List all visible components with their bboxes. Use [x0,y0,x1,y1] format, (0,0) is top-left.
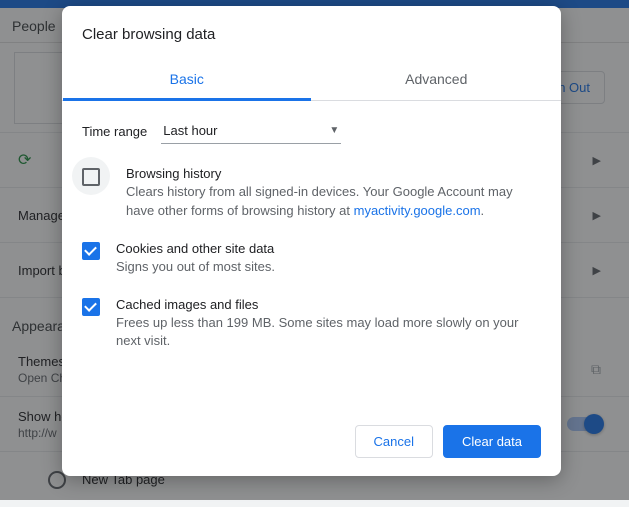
option-title: Cached images and files [116,297,541,312]
option-desc: Frees up less than 199 MB. Some sites ma… [116,314,541,352]
time-range-row: Time range Last hour ▼ [82,119,541,144]
clear-browsing-data-dialog: Clear browsing data Basic Advanced Time … [62,6,561,476]
option-cache: Cached images and files Frees up less th… [82,297,541,352]
tab-advanced[interactable]: Advanced [312,59,562,100]
option-browsing-history: Browsing history Clears history from all… [82,166,541,221]
time-range-label: Time range [82,124,147,139]
dialog-footer: Cancel Clear data [62,411,561,476]
option-title: Cookies and other site data [116,241,275,256]
checkbox-cache[interactable] [82,298,100,316]
myactivity-link[interactable]: myactivity.google.com [354,203,481,218]
dialog-tabs: Basic Advanced [62,59,561,101]
tab-basic[interactable]: Basic [62,59,312,100]
option-desc: Clears history from all signed-in device… [126,183,541,221]
option-title: Browsing history [126,166,541,181]
cancel-button[interactable]: Cancel [355,425,433,458]
time-range-value: Last hour [163,123,217,138]
clear-data-button[interactable]: Clear data [443,425,541,458]
dropdown-triangle-icon: ▼ [329,125,339,136]
dialog-body: Time range Last hour ▼ Browsing history … [62,101,561,411]
time-range-select[interactable]: Last hour ▼ [161,119,341,144]
checkbox-browsing-history[interactable] [82,168,100,186]
checkbox-focus-ring [72,157,110,195]
checkbox-cookies[interactable] [82,242,100,260]
dialog-title: Clear browsing data [62,26,561,59]
option-cookies: Cookies and other site data Signs you ou… [82,241,541,277]
option-desc: Signs you out of most sites. [116,258,275,277]
